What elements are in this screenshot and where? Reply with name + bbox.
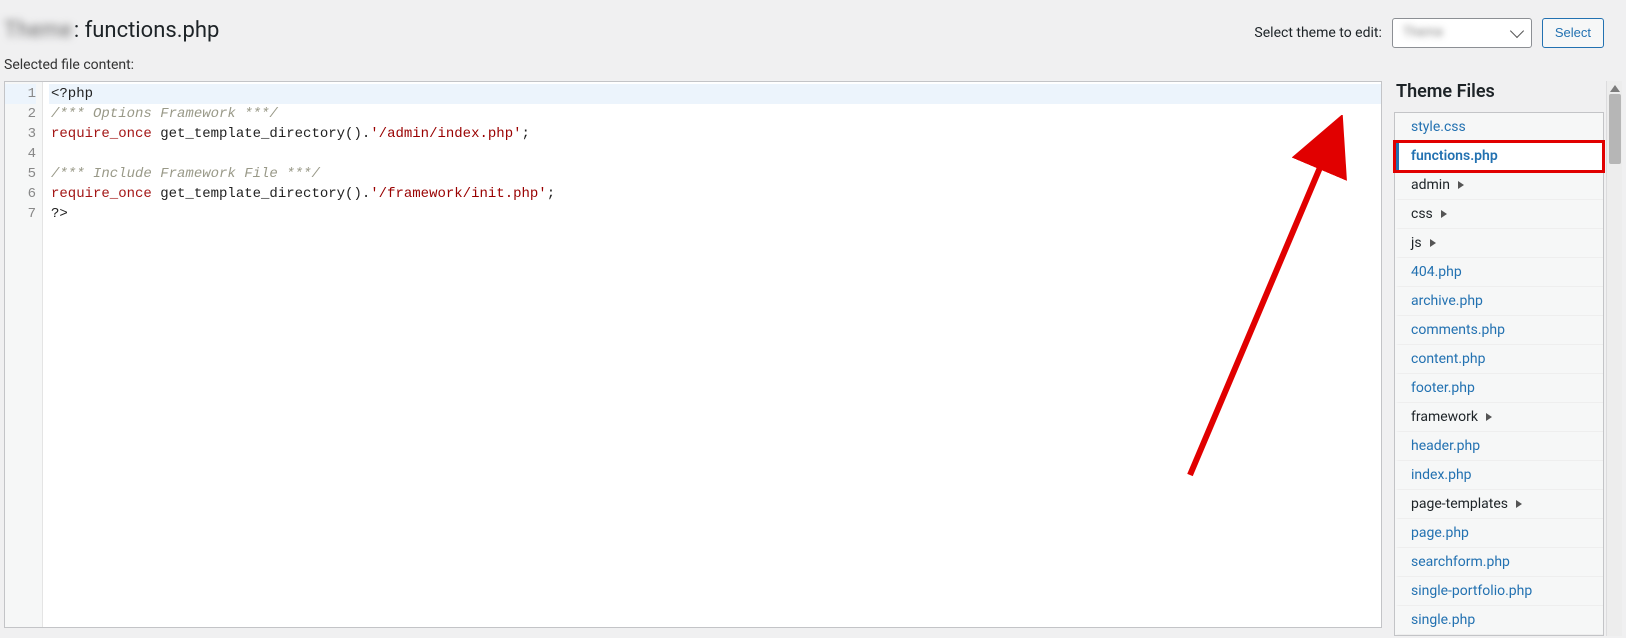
theme-files-sidebar: Theme Files style.css functions.php admin c…	[1382, 81, 1604, 636]
triangle-right-icon	[1458, 181, 1464, 189]
scrollbar-up-arrow-icon[interactable]	[1610, 85, 1620, 92]
code-line[interactable]	[49, 144, 1381, 164]
file-label: page.php	[1411, 525, 1469, 541]
file-label: comments.php	[1411, 322, 1505, 338]
file-item[interactable]: archive.php	[1395, 287, 1603, 316]
file-item[interactable]: header.php	[1395, 432, 1603, 461]
line-number: 3	[5, 124, 36, 144]
editor-gutter: 1234567	[5, 82, 43, 627]
folder-item[interactable]: page-templates	[1395, 490, 1603, 519]
folder-item[interactable]: css	[1395, 200, 1603, 229]
page-title-filename: : functions.php	[74, 18, 219, 43]
theme-picker-label: Select theme to edit:	[1254, 25, 1381, 41]
sidebar-title: Theme Files	[1394, 81, 1604, 102]
triangle-right-icon	[1486, 413, 1492, 421]
file-item[interactable]: single-portfolio.php	[1395, 577, 1603, 606]
folder-label: css	[1411, 206, 1433, 222]
triangle-right-icon	[1441, 210, 1447, 218]
line-number: 6	[5, 184, 36, 204]
code-editor[interactable]: 1234567 <?php/*** Options Framework ***/…	[4, 81, 1382, 628]
file-label: 404.php	[1411, 264, 1462, 280]
scrollbar[interactable]	[1606, 81, 1622, 636]
file-label: style.css	[1411, 119, 1466, 135]
file-item[interactable]: index.php	[1395, 461, 1603, 490]
file-item[interactable]: style.css	[1395, 113, 1603, 142]
file-list: style.css functions.php admin css js 404.php a…	[1394, 112, 1604, 636]
file-item[interactable]: page.php	[1395, 519, 1603, 548]
code-line[interactable]: require_once get_template_directory().'/…	[49, 124, 1381, 144]
theme-picker: Select theme to edit: Theme Select	[1254, 14, 1604, 48]
folder-item[interactable]: admin	[1395, 171, 1603, 200]
folder-label: js	[1411, 235, 1422, 251]
file-label: header.php	[1411, 438, 1480, 454]
file-label: searchform.php	[1411, 554, 1510, 570]
code-line[interactable]: /*** Include Framework File ***/	[49, 164, 1381, 184]
triangle-right-icon	[1430, 239, 1436, 247]
folder-item[interactable]: framework	[1395, 403, 1603, 432]
file-label: single.php	[1411, 612, 1475, 628]
select-button[interactable]: Select	[1542, 18, 1604, 48]
selected-file-content-label: Selected file content:	[0, 57, 1622, 81]
theme-select[interactable]: Theme	[1392, 18, 1532, 48]
theme-name-blurred: Theme	[4, 18, 72, 43]
file-label: footer.php	[1411, 380, 1475, 396]
line-number: 5	[5, 164, 36, 184]
page-header: Theme: functions.php Select theme to edi…	[0, 0, 1622, 57]
theme-select-value-blurred: Theme	[1403, 25, 1443, 40]
code-line[interactable]: /*** Options Framework ***/	[49, 104, 1381, 124]
code-line[interactable]: require_once get_template_directory().'/…	[49, 184, 1381, 204]
chevron-down-icon	[1510, 23, 1524, 37]
file-item[interactable]: functions.php	[1395, 142, 1603, 171]
line-number: 1	[5, 84, 36, 104]
file-label: functions.php	[1411, 148, 1498, 164]
line-number: 2	[5, 104, 36, 124]
file-label: content.php	[1411, 351, 1485, 367]
code-line[interactable]: <?php	[49, 84, 1381, 104]
file-label: archive.php	[1411, 293, 1483, 309]
file-item[interactable]: 404.php	[1395, 258, 1603, 287]
folder-item[interactable]: js	[1395, 229, 1603, 258]
file-item[interactable]: searchform.php	[1395, 548, 1603, 577]
line-number: 7	[5, 204, 36, 224]
main-layout: 1234567 <?php/*** Options Framework ***/…	[0, 81, 1622, 636]
triangle-right-icon	[1516, 500, 1522, 508]
file-label: single-portfolio.php	[1411, 583, 1532, 599]
scrollbar-thumb[interactable]	[1609, 94, 1621, 164]
code-line[interactable]: ?>	[49, 204, 1381, 224]
editor-code[interactable]: <?php/*** Options Framework ***/require_…	[43, 82, 1381, 627]
file-item[interactable]: single.php	[1395, 606, 1603, 635]
file-item[interactable]: footer.php	[1395, 374, 1603, 403]
page-title: Theme: functions.php	[4, 18, 219, 43]
folder-label: admin	[1411, 177, 1450, 193]
folder-label: page-templates	[1411, 496, 1508, 512]
folder-label: framework	[1411, 409, 1478, 425]
file-label: index.php	[1411, 467, 1472, 483]
file-item[interactable]: comments.php	[1395, 316, 1603, 345]
file-item[interactable]: content.php	[1395, 345, 1603, 374]
line-number: 4	[5, 144, 36, 164]
